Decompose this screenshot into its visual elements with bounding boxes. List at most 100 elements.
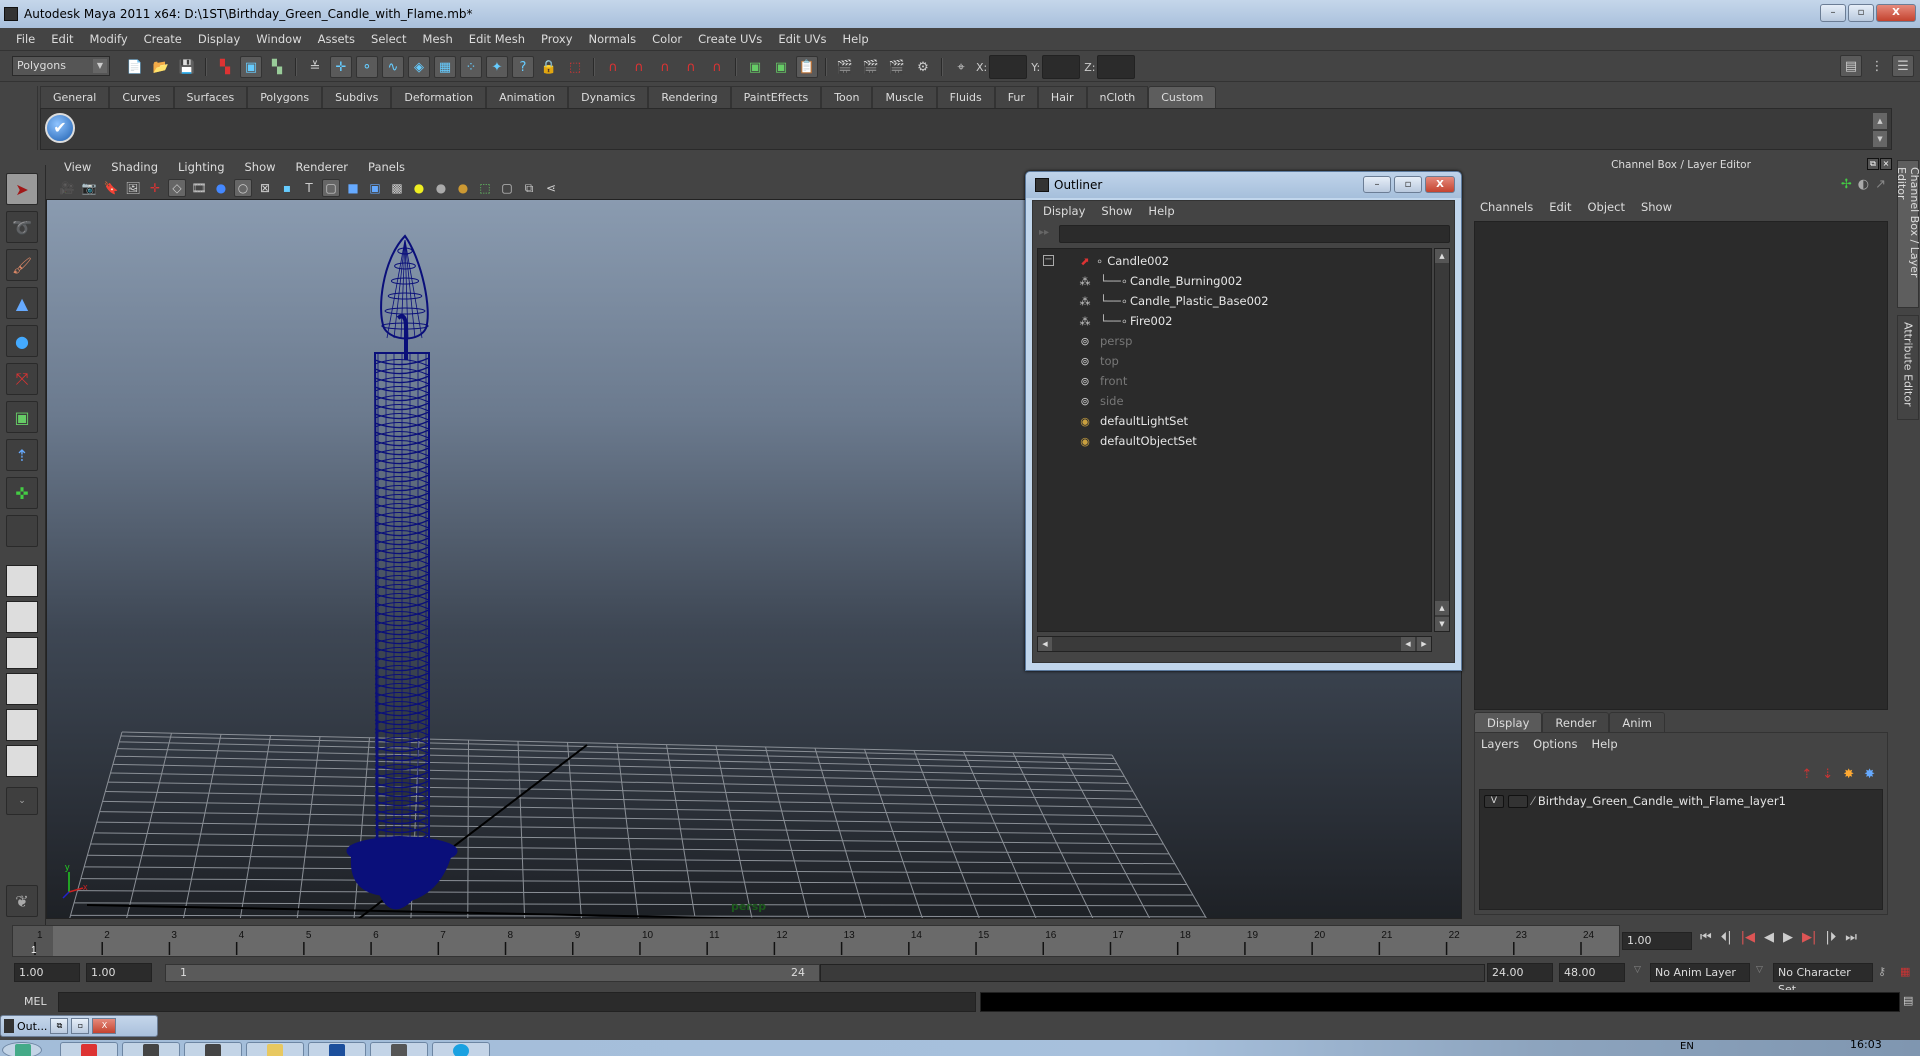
shelf-tab-general[interactable]: General bbox=[40, 86, 110, 108]
snap-to-grids-icon[interactable]: ∩ bbox=[602, 56, 624, 78]
transform-input-icon[interactable]: ⌖ bbox=[950, 56, 972, 78]
step-back-frame-icon[interactable]: ⏴| bbox=[1721, 930, 1732, 945]
menu-normals[interactable]: Normals bbox=[581, 32, 645, 46]
outliner-menu-display[interactable]: Display bbox=[1041, 204, 1093, 218]
select-deformations-icon[interactable]: ▦ bbox=[434, 56, 456, 78]
gate-mask-icon[interactable]: ○ bbox=[234, 179, 252, 197]
panel-menu-lighting[interactable]: Lighting bbox=[168, 160, 234, 174]
manipulator-icon[interactable]: ✢ bbox=[1841, 177, 1852, 192]
film-gate-icon[interactable]: 🎞 bbox=[190, 179, 208, 197]
menu-create[interactable]: Create bbox=[136, 32, 190, 46]
layer-tab-anim[interactable]: Anim bbox=[1609, 712, 1665, 732]
menu-file[interactable]: File bbox=[8, 32, 43, 46]
script-editor-icon[interactable]: ▤ bbox=[1903, 994, 1913, 1007]
scroll-left-icon[interactable]: ◀ bbox=[1401, 637, 1415, 651]
taskbar-photoshop[interactable] bbox=[308, 1042, 366, 1056]
checkmark-icon[interactable]: ✔ bbox=[45, 113, 75, 143]
image-plane-icon[interactable]: 🖼 bbox=[124, 179, 142, 197]
side-tab-attribute-editor[interactable]: Attribute Editor bbox=[1897, 315, 1919, 420]
shelf-tab-dynamics[interactable]: Dynamics bbox=[568, 86, 649, 108]
mask-menu-icon[interactable]: ≚ bbox=[304, 56, 326, 78]
single-perspective-layout-icon[interactable] bbox=[6, 565, 38, 597]
menu-create-uvs[interactable]: Create UVs bbox=[690, 32, 770, 46]
universal-manipulator-icon[interactable]: ▣ bbox=[6, 401, 38, 433]
animation-start-field[interactable]: 1.00 bbox=[14, 963, 80, 982]
animation-preferences-icon[interactable]: ▦ bbox=[1900, 965, 1910, 978]
outliner-item-fire002[interactable]: ⁂ └──∘ Fire002 bbox=[1076, 311, 1173, 331]
playback-start-field[interactable]: 1.00 bbox=[86, 963, 152, 982]
menu-edit-mesh[interactable]: Edit Mesh bbox=[461, 32, 533, 46]
z-field[interactable] bbox=[1097, 55, 1136, 79]
shelf-tab-custom[interactable]: Custom bbox=[1148, 86, 1217, 108]
snap-to-curves-icon[interactable]: ∩ bbox=[628, 56, 650, 78]
shelf-tab-subdivs[interactable]: Subdivs bbox=[322, 86, 392, 108]
layer-name[interactable]: Birthday_Green_Candle_with_Flame_layer1 bbox=[1538, 794, 1786, 808]
snap-to-view-planes-icon[interactable]: ∩ bbox=[680, 56, 702, 78]
outliner-item-persp[interactable]: ⊚ persp bbox=[1076, 331, 1132, 351]
persp-graph-hypergraph-layout-icon[interactable] bbox=[6, 745, 38, 777]
menu-select[interactable]: Select bbox=[363, 32, 414, 46]
safe-title-icon[interactable]: T bbox=[300, 179, 318, 197]
object-menu[interactable]: Object bbox=[1584, 200, 1633, 214]
panel-menu-panels[interactable]: Panels bbox=[358, 160, 415, 174]
go-to-end-icon[interactable]: ⏭ bbox=[1845, 930, 1857, 945]
animation-end-field[interactable]: 48.00 bbox=[1559, 963, 1625, 982]
layers-menu[interactable]: Layers bbox=[1481, 737, 1519, 751]
start-button[interactable] bbox=[2, 1042, 42, 1056]
maximize-button[interactable]: ▫ bbox=[71, 1018, 90, 1034]
taskbar-skype[interactable] bbox=[432, 1042, 490, 1056]
shadows-icon[interactable]: ● bbox=[454, 179, 472, 197]
layer-color-swatch-icon[interactable]: ⁄ bbox=[1532, 794, 1534, 808]
paint-select-tool-icon[interactable]: 🖌 bbox=[6, 249, 38, 281]
open-scene-icon[interactable]: 📂 bbox=[150, 56, 172, 78]
play-backwards-icon[interactable]: ◀ bbox=[1764, 930, 1774, 945]
shelf-tab-ncloth[interactable]: nCloth bbox=[1086, 86, 1149, 108]
menu-assets[interactable]: Assets bbox=[310, 32, 363, 46]
select-joints-icon[interactable]: ⚬ bbox=[356, 56, 378, 78]
layer-row[interactable]: V ⁄ Birthday_Green_Candle_with_Flame_lay… bbox=[1484, 794, 1786, 808]
help-menu[interactable]: Help bbox=[1591, 737, 1617, 751]
shelf-tab-fur[interactable]: Fur bbox=[994, 86, 1038, 108]
persp-graph-layout-icon[interactable] bbox=[6, 673, 38, 705]
play-forwards-icon[interactable]: ▶ bbox=[1783, 930, 1793, 945]
shelf-tab-toon[interactable]: Toon bbox=[821, 86, 873, 108]
outliner-filter-input[interactable] bbox=[1059, 225, 1450, 243]
select-tool-icon[interactable]: ➤ bbox=[6, 173, 38, 205]
channel-box-toggle-icon[interactable]: ☰ bbox=[1892, 55, 1914, 77]
last-tool-slot[interactable] bbox=[6, 515, 38, 547]
rotate-tool-icon[interactable]: ● bbox=[6, 325, 38, 357]
select-by-component-icon[interactable]: ▚ bbox=[266, 56, 288, 78]
filter-icon[interactable]: ▸▸ bbox=[1039, 227, 1053, 241]
taskbar-app[interactable] bbox=[370, 1042, 428, 1056]
render-current-frame-icon[interactable]: 🎬 bbox=[860, 56, 882, 78]
restore-button[interactable]: ⧉ bbox=[50, 1018, 69, 1034]
lock-selection-icon[interactable]: 🔒 bbox=[538, 56, 560, 78]
mel-command-input[interactable] bbox=[58, 992, 976, 1012]
outliner-horizontal-scrollbar[interactable]: ◀ ◀ ▶ bbox=[1037, 636, 1432, 652]
shelf-tab-fluids[interactable]: Fluids bbox=[936, 86, 995, 108]
outliner-item-defaultobjectset[interactable]: ◉ defaultObjectSet bbox=[1076, 431, 1197, 451]
taskbar-chrome[interactable] bbox=[60, 1042, 118, 1056]
xray-icon[interactable]: ▢ bbox=[498, 179, 516, 197]
close-panel-icon[interactable]: × bbox=[1880, 158, 1892, 170]
construction-history-icon[interactable]: 📋 bbox=[796, 56, 818, 78]
resolution-gate-icon[interactable]: ● bbox=[212, 179, 230, 197]
menu-modify[interactable]: Modify bbox=[82, 32, 136, 46]
playback-end-field[interactable]: 24.00 bbox=[1487, 963, 1553, 982]
wireframe-on-shaded-icon[interactable]: ▣ bbox=[366, 179, 384, 197]
menu-window[interactable]: Window bbox=[248, 32, 309, 46]
anim-layer-dropdown[interactable]: No Anim Layer bbox=[1650, 963, 1750, 982]
shelf-menu-handle[interactable] bbox=[12, 86, 38, 150]
outliner-maximize-button[interactable]: ▫ bbox=[1394, 176, 1422, 193]
select-curves-icon[interactable]: ∿ bbox=[382, 56, 404, 78]
range-track[interactable] bbox=[820, 964, 1485, 982]
snap-to-points-icon[interactable]: ∩ bbox=[654, 56, 676, 78]
outliner-vertical-scrollbar[interactable]: ▲ ▲ ▼ bbox=[1434, 248, 1450, 632]
collapse-icon[interactable]: − bbox=[1043, 255, 1054, 266]
xray-components-icon[interactable]: ⋖ bbox=[542, 179, 560, 197]
outliner-item-front[interactable]: ⊚ front bbox=[1076, 371, 1127, 391]
step-forward-frame-icon[interactable]: |⏵ bbox=[1825, 930, 1836, 945]
chevron-down-icon[interactable]: ▽ bbox=[1634, 965, 1641, 975]
persp-outliner-layout-icon[interactable] bbox=[6, 637, 38, 669]
scroll-right-icon[interactable]: ▶ bbox=[1417, 637, 1431, 651]
